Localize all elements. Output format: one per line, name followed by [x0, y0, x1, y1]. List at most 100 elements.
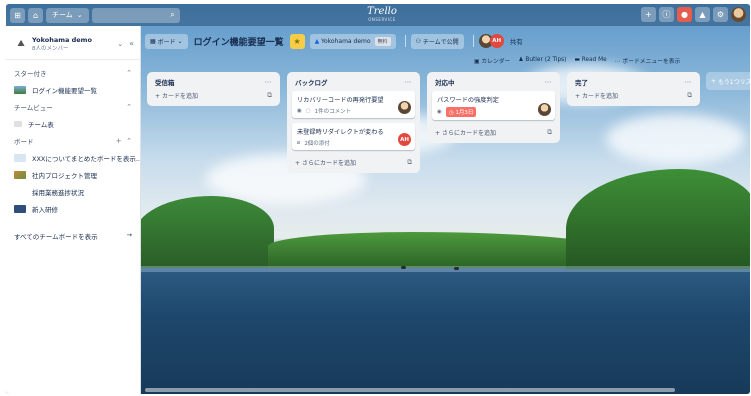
- plus-icon: +: [435, 129, 441, 137]
- workspace-header[interactable]: ⛰ Yokohama demo 8人のメンバー ⌄ «: [6, 26, 140, 60]
- visibility-button[interactable]: ⚇ チームで公開: [410, 33, 464, 49]
- sidebar-item-label: 採用業務進捗状況: [32, 188, 84, 197]
- powerup-label: ボードメニューを表示: [622, 58, 681, 65]
- sidebar-item-board[interactable]: XXXについてまとめたボードを表示...: [6, 149, 140, 166]
- add-card-button[interactable]: + さらにカードを追加 ⧉: [432, 125, 555, 139]
- share-button[interactable]: 共有: [510, 36, 523, 46]
- starred-section-header[interactable]: スター付き ⌃: [6, 64, 140, 81]
- sidebar-item-label: 新入研修: [32, 205, 58, 214]
- visibility-label: チームで公開: [422, 38, 459, 46]
- member-avatar-ah[interactable]: AH: [489, 34, 504, 48]
- sidebar-item-team-table[interactable]: チーム表: [6, 115, 140, 132]
- butler-icon: ♟: [518, 57, 524, 63]
- template-icon[interactable]: ⧉: [547, 128, 552, 137]
- chevron-up-icon[interactable]: ⌃: [126, 137, 132, 145]
- list-title[interactable]: 対応中: [435, 77, 455, 87]
- chevron-down-icon: ⌄: [177, 37, 183, 45]
- show-all-boards-link[interactable]: すべてのチームボードを表示 →: [6, 231, 140, 241]
- board-thumbnail: [14, 170, 26, 179]
- watch-icon: ◉: [297, 108, 302, 114]
- team-switcher[interactable]: チーム ⌄: [46, 7, 89, 23]
- list-in-progress: 対応中 ⋯ パスワードの強度判定 ◉ ◷ 1月3日 + さらにカードを追加 ⧉: [427, 72, 560, 143]
- card[interactable]: パスワードの強度判定 ◉ ◷ 1月3日: [432, 91, 555, 120]
- search-icon: ⌕: [170, 10, 175, 19]
- add-card-label: カードを追加: [581, 92, 618, 100]
- collapse-sidebar-icon[interactable]: «: [129, 39, 134, 48]
- sidebar-item-board[interactable]: 採用業務進捗状況: [6, 183, 140, 200]
- plus-icon: +: [155, 92, 161, 100]
- more-icon[interactable]: ⋯: [405, 78, 413, 86]
- card-title: 未登録時リダイレクトが変わる: [297, 129, 384, 136]
- list-title[interactable]: 完了: [575, 77, 588, 87]
- card-member-avatar[interactable]: [538, 103, 551, 116]
- card-title: パスワードの強度判定: [437, 97, 499, 104]
- calendar-powerup[interactable]: ▣ カレンダー: [474, 56, 510, 65]
- info-icon[interactable]: ⓘ: [659, 7, 674, 22]
- create-plus-icon[interactable]: +: [641, 7, 656, 22]
- workspace-icon: ⛰: [17, 38, 25, 49]
- chevron-down-icon: ⌄: [76, 11, 83, 19]
- attachment-icon: ⌀: [297, 140, 301, 146]
- board-powerups: ▣ カレンダー ♟ Butler (2 Tips) ▬ Read Me ⋯ ボー…: [474, 53, 680, 67]
- powerup-label: Read Me: [581, 57, 607, 63]
- comment-icon: ◌: [305, 108, 311, 114]
- due-date-badge: ◷ 1月3日: [445, 107, 477, 117]
- add-card-button[interactable]: + カードを追加 ⧉: [572, 88, 695, 102]
- team-view-section-header[interactable]: チームビュー ⌃: [6, 98, 140, 115]
- sidebar-item-starred-board[interactable]: ログイン機能要望一覧: [6, 81, 140, 98]
- add-card-button[interactable]: + カードを追加 ⧉: [152, 88, 275, 102]
- workspace-button[interactable]: ▲ Yokohama demo 無料: [309, 33, 396, 49]
- butler-powerup[interactable]: ♟ Butler (2 Tips): [518, 57, 566, 63]
- add-card-button[interactable]: + さらにカードを追加 ⧉: [292, 155, 415, 169]
- board-menu-button[interactable]: ⋯ ボードメニューを表示: [615, 56, 681, 65]
- add-board-icon[interactable]: +: [116, 137, 122, 145]
- template-icon[interactable]: ⧉: [267, 91, 272, 100]
- card[interactable]: リカバリーコードの再発行要望 ◉ ◌ 1件のコメント: [292, 91, 415, 118]
- logo-subtext: ONSERVICE: [368, 17, 396, 22]
- more-icon[interactable]: ⋯: [685, 78, 693, 86]
- settings-icon[interactable]: ⚙: [713, 7, 728, 22]
- notification-bell-icon[interactable]: ●: [677, 7, 692, 22]
- add-card-label: カードを追加: [161, 92, 198, 100]
- top-header: ⊞ ⌂ チーム ⌄ ⌕ Trello ONSERVICE + ⓘ ● ▲ ⚙: [6, 4, 750, 26]
- template-icon[interactable]: ⧉: [407, 158, 412, 167]
- atlassian-icon[interactable]: ▲: [695, 7, 710, 22]
- home-icon[interactable]: ⌂: [28, 7, 43, 23]
- more-icon[interactable]: ⋯: [545, 78, 553, 86]
- card-badge: 1件のコメント: [314, 109, 352, 115]
- chevron-up-icon[interactable]: ⌃: [126, 69, 132, 77]
- sidebar-item-label: XXXについてまとめたボードを表示...: [32, 154, 140, 163]
- list-title[interactable]: 受信箱: [155, 77, 175, 87]
- card-member-avatar[interactable]: [398, 101, 411, 114]
- card[interactable]: 未登録時リダイレクトが変わる ⌀ 2個の添付 AH: [292, 123, 415, 150]
- board-thumbnail: [14, 153, 26, 162]
- board-title[interactable]: ログイン機能要望一覧: [194, 35, 284, 48]
- readme-powerup[interactable]: ▬ Read Me: [574, 57, 606, 63]
- sidebar-item-board[interactable]: 新入研修: [6, 200, 140, 217]
- list-title[interactable]: バックログ: [295, 77, 328, 87]
- board-thumbnail: [14, 85, 26, 94]
- horizontal-scrollbar[interactable]: [145, 388, 675, 392]
- more-icon[interactable]: ⋯: [265, 78, 273, 86]
- user-avatar[interactable]: [731, 7, 746, 22]
- board-thumbnail: [14, 187, 26, 196]
- boards-section-label: ボード: [14, 137, 34, 146]
- boards-section-header[interactable]: ボード + ⌃: [6, 132, 140, 149]
- chevron-up-icon[interactable]: ⌃: [126, 103, 132, 111]
- clock-icon: ◷: [448, 110, 454, 116]
- trello-logo[interactable]: Trello ONSERVICE: [362, 7, 402, 23]
- table-icon: [14, 120, 22, 127]
- calendar-icon: ▣: [474, 58, 480, 65]
- arrow-right-icon: →: [126, 231, 132, 239]
- card-member-avatar-ah[interactable]: AH: [398, 133, 411, 146]
- search-input[interactable]: ⌕: [91, 7, 180, 23]
- apps-grid-icon[interactable]: ⊞: [10, 7, 25, 23]
- star-icon[interactable]: ★: [289, 33, 305, 49]
- sidebar-item-board[interactable]: 社内プロジェクト管理: [6, 166, 140, 183]
- more-icon: ⋯: [614, 58, 621, 65]
- list-inbox: 受信箱 ⋯ + カードを追加 ⧉: [147, 72, 280, 106]
- view-switcher[interactable]: ▦ ボード ⌄: [145, 33, 188, 49]
- chevron-down-icon[interactable]: ⌄: [117, 40, 123, 48]
- template-icon[interactable]: ⧉: [687, 91, 692, 100]
- add-list-button[interactable]: + もう1つリストを追加: [706, 72, 750, 90]
